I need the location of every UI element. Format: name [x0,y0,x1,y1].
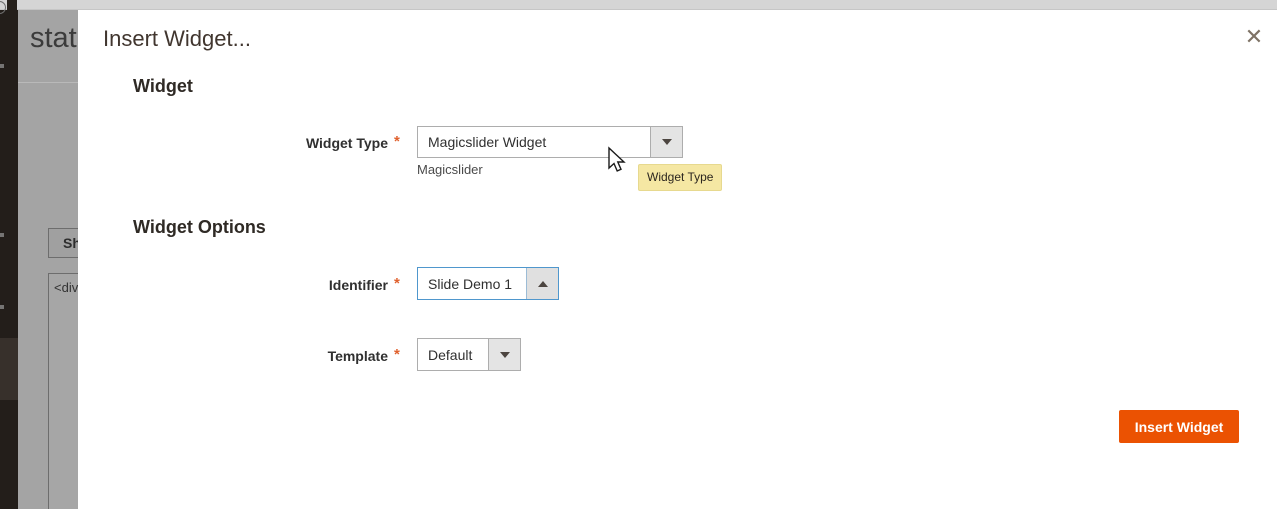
screen: stat Sh <div Insert Widget... ✕ Widget W… [0,0,1277,509]
sidebar-glyph-fragment [0,233,4,237]
section-heading-widget: Widget [133,76,193,97]
required-asterisk: * [394,275,400,292]
identifier-label: Identifier [78,277,388,293]
page-title-fragment: stat [30,22,77,55]
sidebar-active-item-fragment [0,338,18,400]
identifier-dropdown-button[interactable] [526,268,558,299]
close-icon[interactable]: ✕ [1241,24,1267,50]
insert-widget-button[interactable]: Insert Widget [1119,410,1239,443]
mouse-cursor-icon [605,146,627,176]
sidebar-glyph-fragment [0,64,4,68]
top-page-strip [0,0,1277,10]
template-select[interactable]: Default [417,338,521,371]
widget-type-label: Widget Type [78,135,388,151]
section-heading-widget-options: Widget Options [133,217,266,238]
widget-type-dropdown-button[interactable] [650,127,682,157]
chevron-down-icon [662,139,672,145]
chevron-down-icon [500,352,510,358]
chevron-up-icon [538,281,548,287]
show-hide-editor-button-fragment[interactable]: Sh [48,228,78,258]
required-asterisk: * [394,346,400,363]
widget-type-tooltip: Widget Type [638,164,722,191]
sidebar-glyph-fragment [0,305,4,309]
page-behind-modal: stat Sh <div [18,10,78,509]
content-textarea-fragment[interactable]: <div [48,273,78,509]
required-asterisk: * [394,133,400,150]
template-dropdown-button[interactable] [488,339,520,370]
page-divider [18,82,78,83]
widget-type-select[interactable]: Magicslider Widget [417,126,683,158]
modal-title: Insert Widget... [103,26,251,52]
sidebar-top-fragment [7,0,17,10]
admin-sidebar-dimmed [0,10,18,509]
template-selected-value: Default [418,339,488,370]
insert-widget-modal: Insert Widget... ✕ Widget Widget Type * … [78,10,1277,509]
identifier-selected-value: Slide Demo 1 [418,268,526,299]
identifier-select[interactable]: Slide Demo 1 [417,267,559,300]
widget-type-note: Magicslider [417,162,483,177]
template-label: Template [78,348,388,364]
